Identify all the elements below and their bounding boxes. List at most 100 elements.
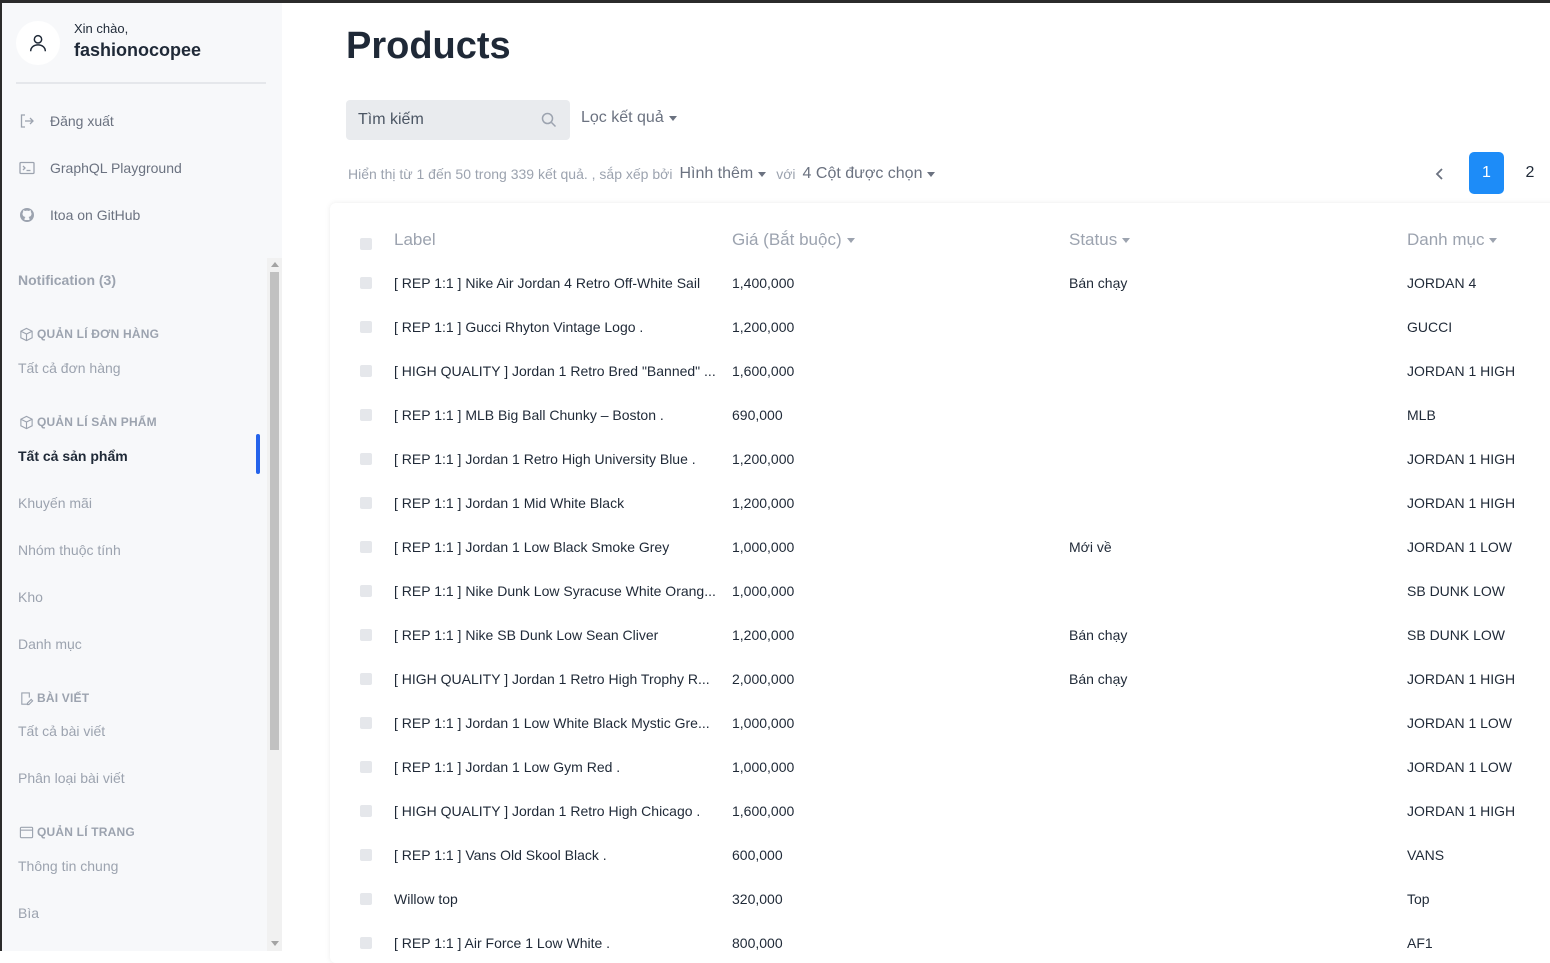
row-checkbox[interactable] <box>360 409 372 421</box>
cell-price: 1,000,000 <box>732 759 795 775</box>
filter-label: Lọc kết quả <box>581 109 664 126</box>
cell-price: 1,000,000 <box>732 539 795 555</box>
scroll-down-icon[interactable] <box>271 941 279 946</box>
cell-label[interactable]: [ REP 1:1 ] Vans Old Skool Black . <box>394 847 716 863</box>
sidebar-item-categories[interactable]: Danh mục <box>18 636 82 652</box>
cell-price: 2,000,000 <box>732 671 795 687</box>
cell-category: JORDAN 1 HIGH <box>1407 671 1516 687</box>
cell-category: AF1 <box>1407 935 1433 951</box>
sidebar-menu: Notification (3) QUẢN LÍ ĐƠN HÀNG Tất cả… <box>2 258 282 951</box>
row-checkbox[interactable] <box>360 365 372 377</box>
sidebar-item-general-info[interactable]: Thông tin chung <box>18 858 118 874</box>
cell-label[interactable]: [ REP 1:1 ] Air Force 1 Low White . <box>394 935 716 951</box>
cell-label[interactable]: [ REP 1:1 ] Jordan 1 Mid White Black <box>394 495 716 511</box>
sidebar-item-all-products[interactable]: Tất cả sản phẩm <box>18 448 128 464</box>
page-1-button[interactable]: 1 <box>1469 152 1504 194</box>
column-header-label[interactable]: Label <box>394 230 436 250</box>
user-avatar-icon[interactable] <box>16 21 60 65</box>
cell-price: 600,000 <box>732 847 783 863</box>
cell-price: 1,600,000 <box>732 803 795 819</box>
column-header-price[interactable]: Giá (Bắt buộc) <box>732 230 855 250</box>
cell-price: 690,000 <box>732 407 783 423</box>
cell-label[interactable]: [ REP 1:1 ] MLB Big Ball Chunky – Boston… <box>394 407 716 423</box>
logout-link[interactable]: Đăng xuất <box>18 109 114 133</box>
cell-label[interactable]: [ REP 1:1 ] Nike Air Jordan 4 Retro Off-… <box>394 275 716 291</box>
section-posts-title: BÀI VIẾT <box>37 691 90 705</box>
cell-category: JORDAN 1 LOW <box>1407 539 1513 555</box>
cell-label[interactable]: Willow top <box>394 891 716 907</box>
search-input[interactable] <box>346 100 570 140</box>
cell-price: 1,200,000 <box>732 495 795 511</box>
cell-category: Top <box>1407 891 1430 907</box>
row-checkbox[interactable] <box>360 585 372 597</box>
search-icon[interactable] <box>541 112 557 128</box>
cell-status: Bán chạy <box>1069 671 1128 687</box>
section-products: QUẢN LÍ SẢN PHẨM <box>18 414 157 430</box>
sidebar-item-promotions[interactable]: Khuyến mãi <box>18 495 92 511</box>
box-icon <box>18 326 34 342</box>
sidebar-item-warehouse[interactable]: Kho <box>18 589 43 605</box>
row-checkbox[interactable] <box>360 541 372 553</box>
sidebar-item-all-posts[interactable]: Tất cả bài viết <box>18 723 105 739</box>
filter-dropdown[interactable]: Lọc kết quả <box>581 109 677 127</box>
row-checkbox[interactable] <box>360 629 372 641</box>
cell-label[interactable]: [ HIGH QUALITY ] Jordan 1 Retro High Chi… <box>394 803 716 819</box>
row-checkbox[interactable] <box>360 717 372 729</box>
scroll-up-icon[interactable] <box>271 262 279 267</box>
cell-label[interactable]: [ HIGH QUALITY ] Jordan 1 Retro High Tro… <box>394 671 716 687</box>
graphql-playground-label: GraphQL Playground <box>50 160 182 176</box>
github-link[interactable]: Itoa on GitHub <box>18 203 140 227</box>
sidebar-item-post-categories[interactable]: Phân loại bài viết <box>18 770 125 786</box>
column-header-category-text: Danh mục <box>1407 230 1485 249</box>
caret-down-icon <box>846 237 855 243</box>
column-header-status[interactable]: Status <box>1069 230 1131 250</box>
columns-dropdown[interactable]: 4 Cột được chọn <box>803 165 936 183</box>
box-icon <box>18 414 34 430</box>
cell-price: 320,000 <box>732 891 783 907</box>
logout-icon <box>18 112 36 130</box>
cell-price: 800,000 <box>732 935 783 951</box>
cell-label[interactable]: [ REP 1:1 ] Nike Dunk Low Syracuse White… <box>394 583 716 599</box>
row-checkbox[interactable] <box>360 849 372 861</box>
row-checkbox[interactable] <box>360 277 372 289</box>
user-block: Xin chào, fashionocopee <box>16 18 266 82</box>
cell-price: 1,000,000 <box>732 715 795 731</box>
cell-label[interactable]: [ REP 1:1 ] Jordan 1 Retro High Universi… <box>394 451 716 467</box>
row-checkbox[interactable] <box>360 937 372 949</box>
cell-category: VANS <box>1407 847 1445 863</box>
notification-link[interactable]: Notification (3) <box>18 272 116 288</box>
cell-price: 1,200,000 <box>732 627 795 643</box>
column-header-category[interactable]: Danh mục <box>1407 230 1498 250</box>
cell-label[interactable]: [ HIGH QUALITY ] Jordan 1 Retro Bred "Ba… <box>394 363 716 379</box>
cell-label[interactable]: [ REP 1:1 ] Gucci Rhyton Vintage Logo . <box>394 319 716 335</box>
cell-category: JORDAN 4 <box>1407 275 1477 291</box>
sidebar-item-all-orders[interactable]: Tất cả đơn hàng <box>18 360 121 376</box>
cell-category: MLB <box>1407 407 1436 423</box>
window-icon <box>18 824 34 840</box>
cell-label[interactable]: [ REP 1:1 ] Jordan 1 Low Black Smoke Gre… <box>394 539 716 555</box>
row-checkbox[interactable] <box>360 673 372 685</box>
page-2-button[interactable]: 2 <box>1519 152 1541 194</box>
sidebar-item-cover[interactable]: Bìa <box>18 905 39 921</box>
row-checkbox[interactable] <box>360 761 372 773</box>
sidebar-item-attribute-groups[interactable]: Nhóm thuộc tính <box>18 542 121 558</box>
cell-category: SB DUNK LOW <box>1407 583 1506 599</box>
cell-price: 1,200,000 <box>732 319 795 335</box>
select-all-checkbox[interactable] <box>360 238 372 250</box>
sort-dropdown[interactable]: Hình thêm <box>679 165 767 183</box>
cell-label[interactable]: [ REP 1:1 ] Nike SB Dunk Low Sean Cliver <box>394 627 716 643</box>
row-checkbox[interactable] <box>360 805 372 817</box>
section-posts: BÀI VIẾT <box>18 690 89 706</box>
prev-page-button[interactable] <box>1430 164 1450 184</box>
cell-label[interactable]: [ REP 1:1 ] Jordan 1 Low White Black Mys… <box>394 715 716 731</box>
github-label: Itoa on GitHub <box>50 207 141 223</box>
page-title: Products <box>346 25 511 67</box>
cell-label[interactable]: [ REP 1:1 ] Jordan 1 Low Gym Red . <box>394 759 716 775</box>
row-checkbox[interactable] <box>360 893 372 905</box>
row-checkbox[interactable] <box>360 321 372 333</box>
cell-price: 1,600,000 <box>732 363 795 379</box>
row-checkbox[interactable] <box>360 497 372 509</box>
row-checkbox[interactable] <box>360 453 372 465</box>
sidebar-scrollbar-thumb[interactable] <box>270 272 279 750</box>
graphql-playground-link[interactable]: GraphQL Playground <box>18 156 182 180</box>
